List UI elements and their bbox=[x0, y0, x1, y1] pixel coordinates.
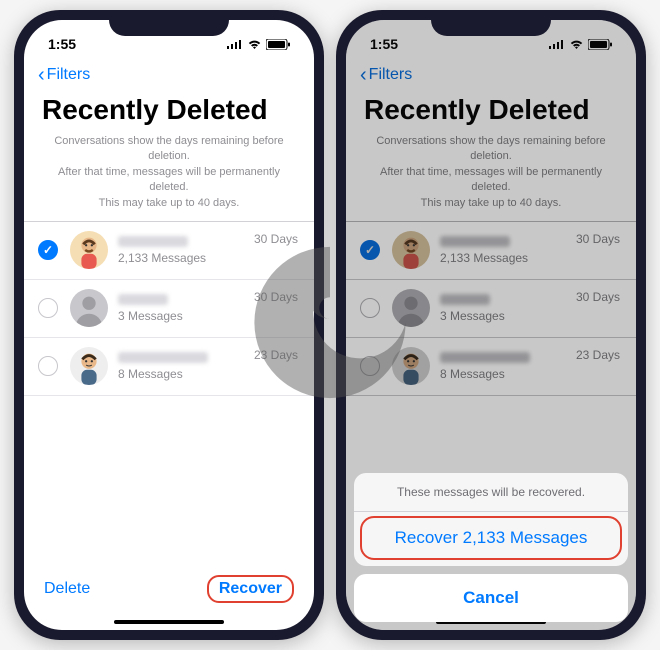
days-remaining: 23 Days bbox=[254, 348, 298, 362]
contact-name-redacted bbox=[118, 236, 188, 247]
days-remaining: 30 Days bbox=[254, 290, 298, 304]
notch bbox=[109, 10, 229, 36]
message-count: 8 Messages bbox=[118, 367, 300, 381]
back-button[interactable]: Filters bbox=[47, 66, 91, 84]
page-title: Recently Deleted bbox=[24, 92, 314, 134]
nav-bar: ‹ Filters bbox=[24, 58, 314, 92]
phone-left: 1:55 ‹ Filters Recently Deleted Conversa… bbox=[14, 10, 324, 640]
avatar bbox=[70, 231, 108, 269]
signal-icon bbox=[227, 39, 243, 49]
action-sheet: These messages will be recovered. Recove… bbox=[354, 473, 628, 622]
message-count: 3 Messages bbox=[118, 309, 300, 323]
phone-right: 1:55 ‹ Filters Recently Deleted Conversa… bbox=[336, 10, 646, 640]
battery-icon bbox=[266, 39, 290, 50]
conversation-list: 2,133 Messages 30 Days 3 Messages 30 Day… bbox=[24, 221, 314, 396]
cancel-button[interactable]: Cancel bbox=[354, 574, 628, 622]
recover-button[interactable]: Recover bbox=[207, 575, 294, 603]
days-remaining: 30 Days bbox=[254, 232, 298, 246]
list-item[interactable]: 8 Messages 23 Days bbox=[24, 338, 314, 396]
recover-messages-button[interactable]: Recover 2,133 Messages bbox=[360, 516, 622, 560]
list-item[interactable]: 2,133 Messages 30 Days bbox=[24, 222, 314, 280]
checkbox[interactable] bbox=[38, 298, 58, 318]
message-count: 2,133 Messages bbox=[118, 251, 300, 265]
contact-name-redacted bbox=[118, 352, 208, 363]
checkbox[interactable] bbox=[38, 240, 58, 260]
sheet-message: These messages will be recovered. bbox=[354, 473, 628, 512]
avatar bbox=[70, 289, 108, 327]
info-text: Conversations show the days remaining be… bbox=[24, 134, 314, 221]
status-time: 1:55 bbox=[48, 36, 76, 52]
notch bbox=[431, 10, 551, 36]
avatar bbox=[70, 347, 108, 385]
list-item[interactable]: 3 Messages 30 Days bbox=[24, 280, 314, 338]
home-indicator[interactable] bbox=[114, 620, 224, 624]
back-chevron-icon[interactable]: ‹ bbox=[38, 64, 45, 87]
delete-button[interactable]: Delete bbox=[44, 580, 90, 598]
wifi-icon bbox=[247, 39, 262, 50]
checkbox[interactable] bbox=[38, 356, 58, 376]
contact-name-redacted bbox=[118, 294, 168, 305]
